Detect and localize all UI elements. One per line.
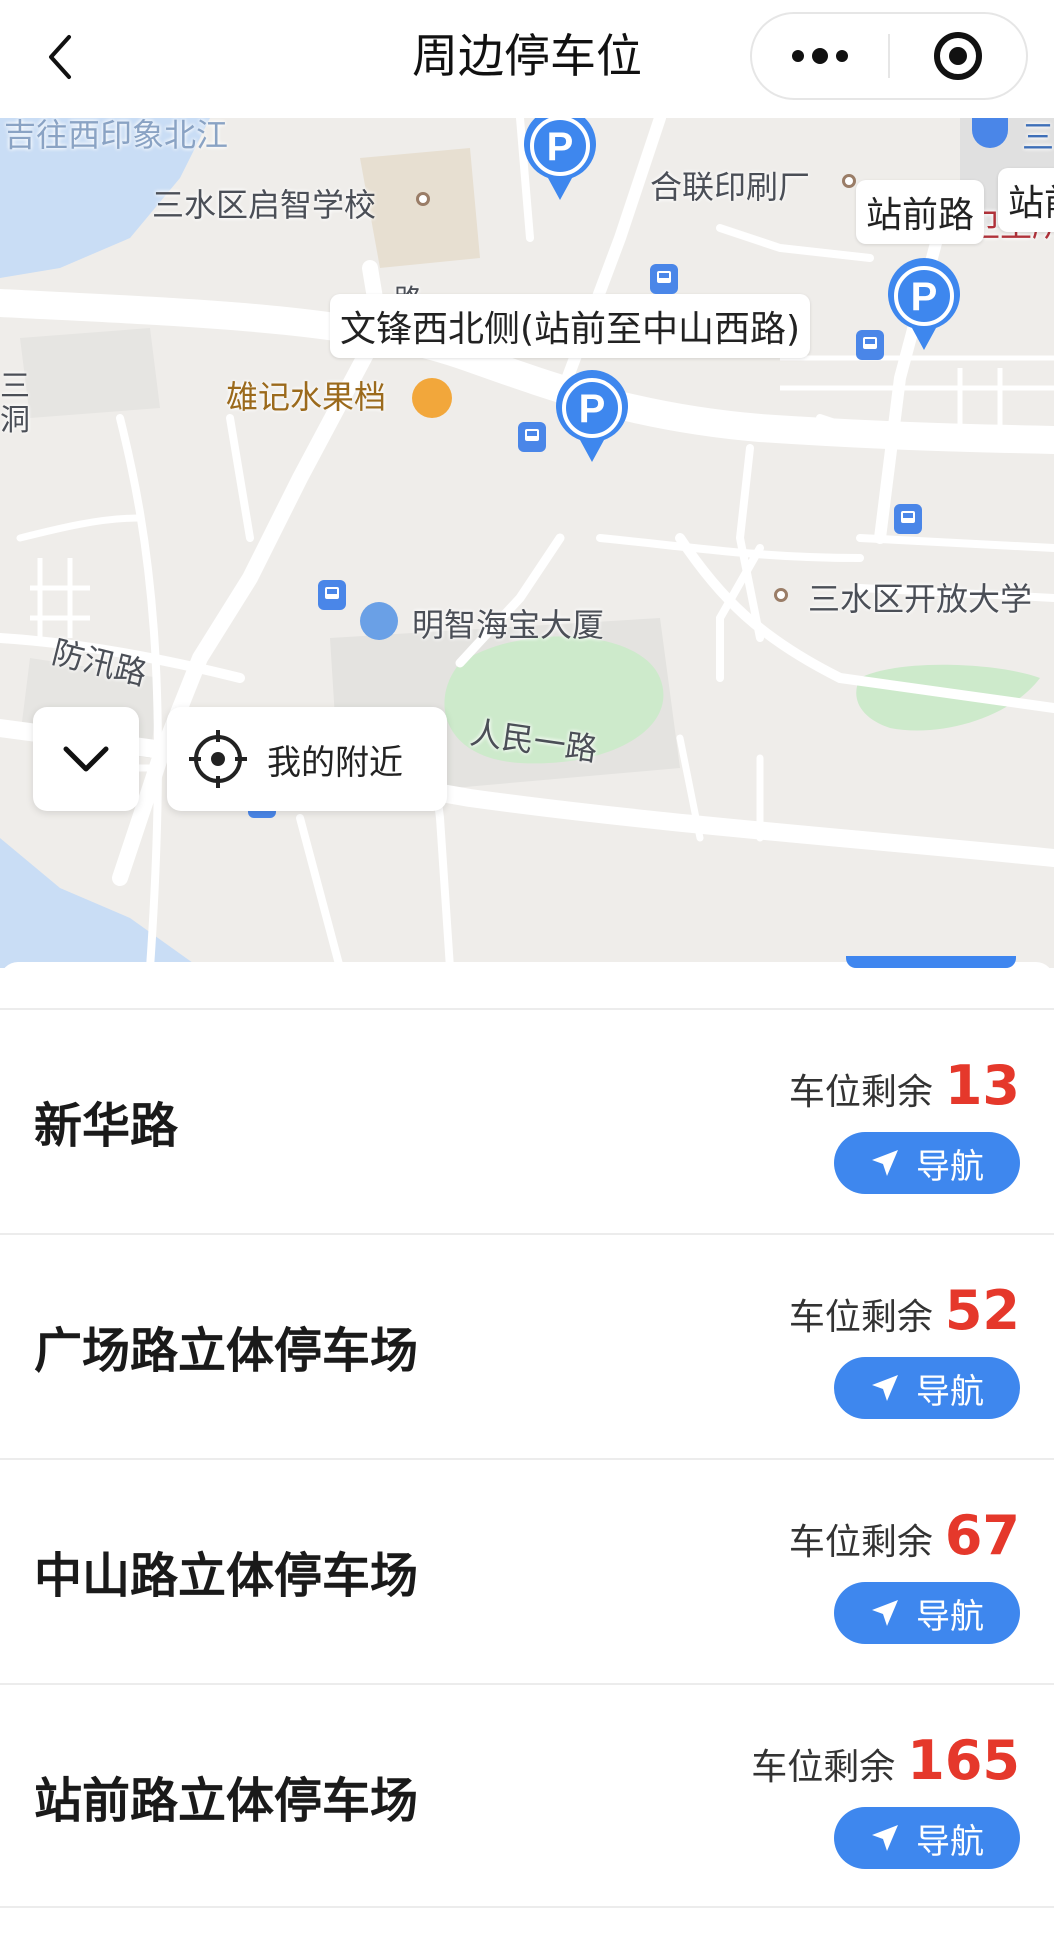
remaining-label: 车位剩余	[788, 1072, 933, 1113]
navigate-label: 导航	[916, 1821, 984, 1862]
list-bottom-divider	[0, 1906, 1054, 1908]
chevron-down-icon	[63, 746, 109, 772]
map-label-metro: 三	[1022, 118, 1054, 156]
parking-marker[interactable]: P	[520, 118, 600, 204]
parking-list-item[interactable]: 广场路立体停车场 车位剩余 52 导航	[0, 1233, 1054, 1458]
navigate-button[interactable]: 导航	[834, 1132, 1020, 1194]
svg-text:P: P	[547, 125, 574, 169]
parking-list-panel: 新华路 车位剩余 13 导航 广场路立体停车场 车位剩余 52 导航 中山路立体…	[0, 956, 1054, 1944]
remaining-count: 52	[944, 1279, 1020, 1342]
locate-target-icon	[189, 730, 247, 788]
remaining-label: 车位剩余	[788, 1297, 933, 1338]
navigate-label: 导航	[916, 1596, 984, 1637]
parking-name: 广场路立体停车场	[34, 1322, 419, 1379]
parking-list-item[interactable]: 站前路立体停车场 车位剩余 165 导航	[0, 1683, 1054, 1908]
remaining-spots: 车位剩余 13	[789, 1054, 1020, 1117]
svg-text:P: P	[911, 275, 938, 319]
navigate-button[interactable]: 导航	[834, 1357, 1020, 1419]
more-button[interactable]	[752, 14, 888, 98]
bus-stop-icon	[894, 504, 922, 534]
peek-nav-button-edge	[846, 956, 1016, 968]
my-nearby-label: 我的附近	[267, 742, 403, 783]
map-label-printing: 合联印刷厂	[650, 168, 811, 206]
map-view[interactable]: 吉往西印象北江 三水区启智学校 合联印刷厂 路 雄记水果档 三 洞 明智海宝大厦…	[0, 118, 1054, 968]
map-label-top-faded: 吉往西印象北江	[4, 118, 229, 154]
collapse-map-button[interactable]	[33, 707, 139, 811]
bus-stop-icon	[518, 422, 546, 452]
remaining-count: 165	[907, 1729, 1020, 1792]
remaining-spots: 车位剩余 67	[789, 1504, 1020, 1567]
university-poi-dot	[774, 588, 788, 602]
map-label-building: 明智海宝大厦	[412, 606, 605, 644]
target-close-icon	[933, 32, 982, 80]
map-base	[0, 118, 1054, 968]
navigation-arrow-icon	[872, 1825, 898, 1851]
navigation-arrow-icon	[872, 1150, 898, 1176]
parking-name: 站前路立体停车场	[34, 1772, 419, 1829]
bus-stop-icon	[318, 580, 346, 610]
parking-list-item[interactable]: 新华路 车位剩余 13 导航	[0, 1008, 1054, 1233]
map-label-fruit-shop: 雄记水果档	[226, 378, 387, 416]
map-label-school: 三水区启智学校	[152, 186, 377, 224]
school-poi-dot	[416, 192, 430, 206]
navigation-arrow-icon	[872, 1375, 898, 1401]
svg-text:P: P	[579, 387, 606, 431]
map-label-university: 三水区开放大学	[808, 580, 1033, 618]
remaining-spots: 车位剩余 52	[789, 1279, 1020, 1342]
parking-marker[interactable]: P	[884, 258, 964, 354]
printing-poi-dot	[842, 174, 856, 188]
remaining-label: 车位剩余	[751, 1747, 896, 1788]
top-navigation-bar: 周边停车位	[0, 0, 1054, 118]
navigate-label: 导航	[916, 1371, 984, 1412]
parking-name: 中山路立体停车场	[34, 1547, 419, 1604]
parking-callout-zhanqian-cut[interactable]: 站前	[998, 168, 1054, 232]
parking-callout-zhanqian[interactable]: 站前路	[856, 180, 985, 244]
close-button[interactable]	[890, 14, 1026, 98]
navigate-button[interactable]: 导航	[834, 1807, 1020, 1869]
parking-list-item[interactable]: 中山路立体停车场 车位剩余 67 导航	[0, 1458, 1054, 1683]
building-icon	[360, 602, 398, 640]
parking-name: 新华路	[34, 1097, 179, 1154]
navigate-label: 导航	[916, 1146, 984, 1187]
my-nearby-button[interactable]: 我的附近	[167, 707, 447, 811]
more-dots-icon	[792, 48, 848, 64]
remaining-spots: 车位剩余 165	[751, 1729, 1020, 1792]
bus-stop-icon	[856, 330, 884, 360]
fruit-shop-icon	[412, 378, 452, 418]
remaining-label: 车位剩余	[788, 1522, 933, 1563]
bus-stop-icon	[650, 264, 678, 294]
navigation-arrow-icon	[872, 1600, 898, 1626]
map-label-left-edge: 三 洞	[0, 369, 30, 438]
remaining-count: 67	[944, 1504, 1020, 1567]
parking-marker[interactable]: P	[552, 370, 632, 466]
navigate-button[interactable]: 导航	[834, 1582, 1020, 1644]
parking-callout-wenfeng[interactable]: 文锋西北侧(站前至中山西路)	[330, 294, 811, 358]
remaining-count: 13	[944, 1054, 1020, 1117]
mini-program-capsule	[750, 12, 1028, 100]
